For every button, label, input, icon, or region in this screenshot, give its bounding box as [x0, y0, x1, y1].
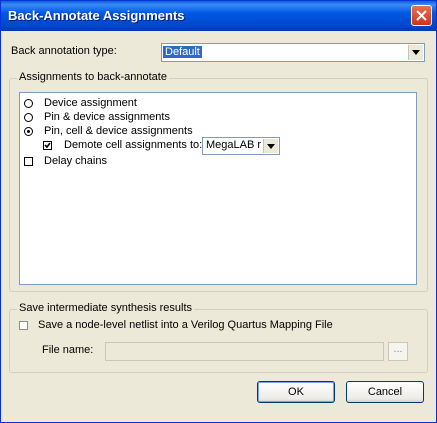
file-name-label: File name: [42, 344, 94, 356]
option-device-assignment-label[interactable]: Device assignment [44, 97, 137, 109]
radio-pin-device-assignments[interactable] [24, 113, 33, 122]
option-pin-cell-device-assignments-label[interactable]: Pin, cell & device assignments [44, 125, 193, 137]
chevron-down-icon [267, 144, 275, 149]
demote-cell-dropdown-button[interactable] [263, 139, 278, 153]
radio-device-assignment[interactable] [24, 99, 33, 108]
demote-cell-label[interactable]: Demote cell assignments to: [64, 139, 202, 151]
delay-chains-checkbox[interactable] [24, 157, 33, 166]
assignments-group-title: Assignments to back-annotate [17, 71, 169, 83]
save-netlist-label[interactable]: Save a node-level netlist into a Verilog… [38, 319, 333, 331]
option-pin-device-assignments-label[interactable]: Pin & device assignments [44, 111, 170, 123]
assignments-panel: Device assignment Pin & device assignmen… [19, 92, 417, 285]
demote-cell-checkbox[interactable] [43, 141, 52, 150]
save-netlist-checkbox[interactable] [19, 321, 28, 330]
title-bar[interactable]: Back-Annotate Assignments [1, 1, 436, 31]
back-annotation-type-label: Back annotation type: [11, 45, 117, 57]
dialog-window: Back-Annotate Assignments Back annotatio… [0, 0, 437, 423]
cancel-button[interactable]: Cancel [346, 381, 424, 403]
chevron-down-icon [412, 50, 420, 55]
window-title: Back-Annotate Assignments [8, 8, 185, 23]
ok-button[interactable]: OK [257, 381, 335, 403]
back-annotation-type-dropdown-button[interactable] [408, 45, 423, 60]
close-button[interactable] [411, 5, 432, 26]
synthesis-group-title: Save intermediate synthesis results [17, 302, 195, 314]
back-annotation-type-select[interactable]: Default [161, 43, 425, 62]
demote-cell-select[interactable]: MegaLAB r [202, 137, 280, 155]
browse-button[interactable]: ... [388, 342, 408, 361]
close-icon [416, 10, 427, 21]
checkmark-icon [44, 142, 51, 149]
delay-chains-label[interactable]: Delay chains [44, 155, 107, 167]
file-name-input[interactable] [105, 342, 384, 361]
radio-pin-cell-device-assignments[interactable] [24, 127, 33, 136]
demote-cell-value: MegaLAB r [206, 139, 262, 151]
back-annotation-type-value: Default [163, 46, 202, 58]
